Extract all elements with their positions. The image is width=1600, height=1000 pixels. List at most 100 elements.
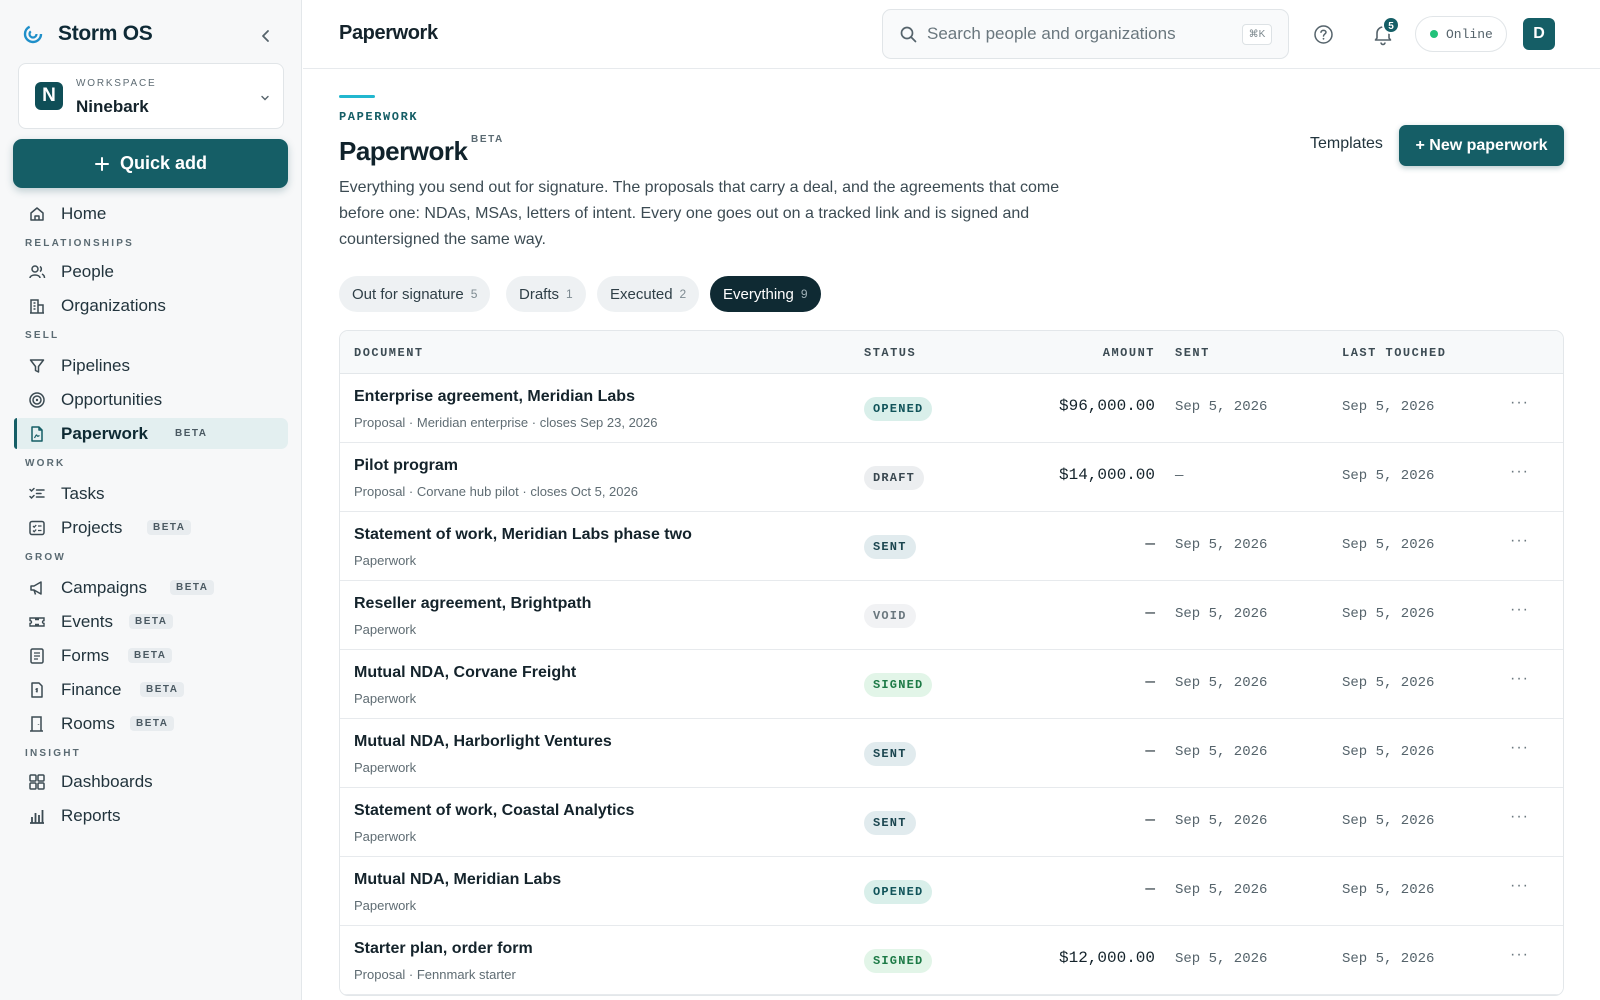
row-more-icon[interactable]: ··· [1510,946,1529,964]
sidebar-item-opportunities[interactable]: Opportunities [14,384,288,415]
document-title[interactable]: Mutual NDA, Meridian Labs [354,871,561,889]
row-more-icon[interactable]: ··· [1510,877,1529,895]
amount-value: — [1145,673,1155,691]
quick-add-button[interactable]: Quick add [13,139,288,188]
storm-logo-icon [23,24,43,44]
column-status[interactable]: STATUS [864,346,916,360]
chevron-down-icon [261,95,269,101]
sidebar-item-label: Pipelines [61,356,130,375]
column-sent[interactable]: SENT [1175,346,1210,360]
column-amount[interactable]: AMOUNT [1103,346,1155,360]
workspace-label: WORKSPACE [76,78,157,89]
table-row[interactable]: Statement of work, Coastal Analytics Pape… [340,788,1563,857]
bar-chart-icon [30,810,44,824]
beta-badge: BETA [170,580,215,595]
document-subtitle: Paperwork [354,622,417,637]
tab-drafts[interactable]: Drafts 1 [506,276,586,312]
document-title[interactable]: Mutual NDA, Harborlight Ventures [354,733,612,751]
sidebar-item-dashboards[interactable]: Dashboards [14,766,288,797]
column-last-touched[interactable]: LAST TOUCHED [1342,346,1446,360]
project-board-icon [29,520,45,536]
document-title[interactable]: Reseller agreement, Brightpath [354,595,591,613]
sent-date: Sep 5, 2026 [1175,675,1268,691]
status-badge: OPENED [864,880,933,904]
collapse-sidebar-icon[interactable] [256,26,276,46]
sidebar-item-pipelines[interactable]: Pipelines [14,350,288,381]
sent-date: Sep 5, 2026 [1175,951,1268,967]
workspace-logo: N [35,82,63,110]
last-touched-date: Sep 5, 2026 [1342,675,1435,691]
sent-date: — [1175,468,1184,484]
sidebar-item-people[interactable]: People [14,256,288,287]
amount-value: — [1145,604,1155,622]
document-title[interactable]: Statement of work, Meridian Labs phase t… [354,526,692,544]
megaphone-icon [30,581,42,595]
sidebar-item-reports[interactable]: Reports [14,800,288,831]
sidebar-item-paperwork[interactable]: Paperwork BETA [14,418,288,449]
status-label: Online [1446,26,1493,42]
sidebar-item-label: Finance [61,680,122,699]
document-signature-icon [31,426,43,442]
table-row[interactable]: Statement of work, Meridian Labs phase t… [340,512,1563,581]
brand[interactable]: Storm OS [22,22,153,46]
workspace-switcher[interactable]: N WORKSPACE Ninebark [18,63,284,129]
sidebar-item-events[interactable]: Events BETA [14,606,288,637]
tab-label: Drafts [519,285,560,303]
table-row[interactable]: Starter plan, order form Proposal · Fennm… [340,926,1563,995]
document-title[interactable]: Mutual NDA, Corvane Freight [354,664,576,682]
document-title[interactable]: Pilot program [354,457,458,475]
row-more-icon[interactable]: ··· [1510,601,1529,619]
row-more-icon[interactable]: ··· [1510,532,1529,550]
status-badge: SENT [864,811,916,835]
invoice-icon [31,682,43,698]
tab-everything[interactable]: Everything 9 [710,276,821,312]
search-box[interactable]: ⌘K [882,9,1289,59]
row-more-icon[interactable]: ··· [1510,463,1529,481]
sidebar-item-organizations[interactable]: Organizations [14,290,288,321]
status-pill[interactable]: Online [1415,16,1507,52]
amount-value: — [1145,811,1155,829]
last-touched-date: Sep 5, 2026 [1342,399,1435,415]
document-title[interactable]: Starter plan, order form [354,940,533,958]
amount-value: — [1145,880,1155,898]
row-more-icon[interactable]: ··· [1510,808,1529,826]
tab-executed[interactable]: Executed 2 [597,276,700,312]
document-title[interactable]: Statement of work, Coastal Analytics [354,802,634,820]
search-icon [900,26,917,43]
table-row[interactable]: Mutual NDA, Meridian Labs Paperwork OPENED… [340,857,1563,926]
new-paperwork-button[interactable]: + New paperwork [1399,125,1564,166]
table-row[interactable]: Pilot program Proposal · Corvane hub pilo… [340,443,1563,512]
sidebar-item-forms[interactable]: Forms BETA [14,640,288,671]
sidebar-item-rooms[interactable]: Rooms BETA [14,708,288,739]
sidebar-item-home[interactable]: Home [14,198,288,229]
page-description: Everything you send out for signature. T… [339,179,1060,248]
document-title[interactable]: Enterprise agreement, Meridian Labs [354,388,635,406]
templates-button[interactable]: Templates [1310,135,1383,153]
sidebar-item-campaigns[interactable]: Campaigns BETA [14,572,288,603]
row-more-icon[interactable]: ··· [1510,739,1529,757]
sidebar-item-label: Reports [61,806,121,825]
title-beta-badge: BETA [471,134,504,145]
table-row[interactable]: Reseller agreement, Brightpath Paperwork V… [340,581,1563,650]
status-badge: OPENED [864,397,933,421]
sent-date: Sep 5, 2026 [1175,399,1268,415]
table-row[interactable]: Enterprise agreement, Meridian Labs Propo… [340,374,1563,443]
table-row[interactable]: Mutual NDA, Harborlight Ventures Paperwor… [340,719,1563,788]
search-input[interactable] [927,22,1227,46]
page-eyebrow: PAPERWORK [339,110,419,124]
sidebar-item-projects[interactable]: Projects BETA [14,512,288,543]
column-document[interactable]: DOCUMENT [354,346,424,360]
table-row[interactable]: Mutual NDA, Corvane Freight Paperwork SIGN… [340,650,1563,719]
avatar[interactable]: D [1523,18,1555,50]
home-icon [30,207,44,221]
row-more-icon[interactable]: ··· [1510,394,1529,412]
row-more-icon[interactable]: ··· [1510,670,1529,688]
help-icon[interactable] [1313,24,1334,45]
sidebar-item-finance[interactable]: Finance BETA [14,674,288,705]
ticket-icon [29,617,45,627]
building-icon [30,299,44,314]
accent-line [339,95,375,98]
tab-out-for-signature[interactable]: Out for signature 5 [339,276,491,312]
sidebar-item-tasks[interactable]: Tasks [14,478,288,509]
plus-icon [94,156,109,171]
